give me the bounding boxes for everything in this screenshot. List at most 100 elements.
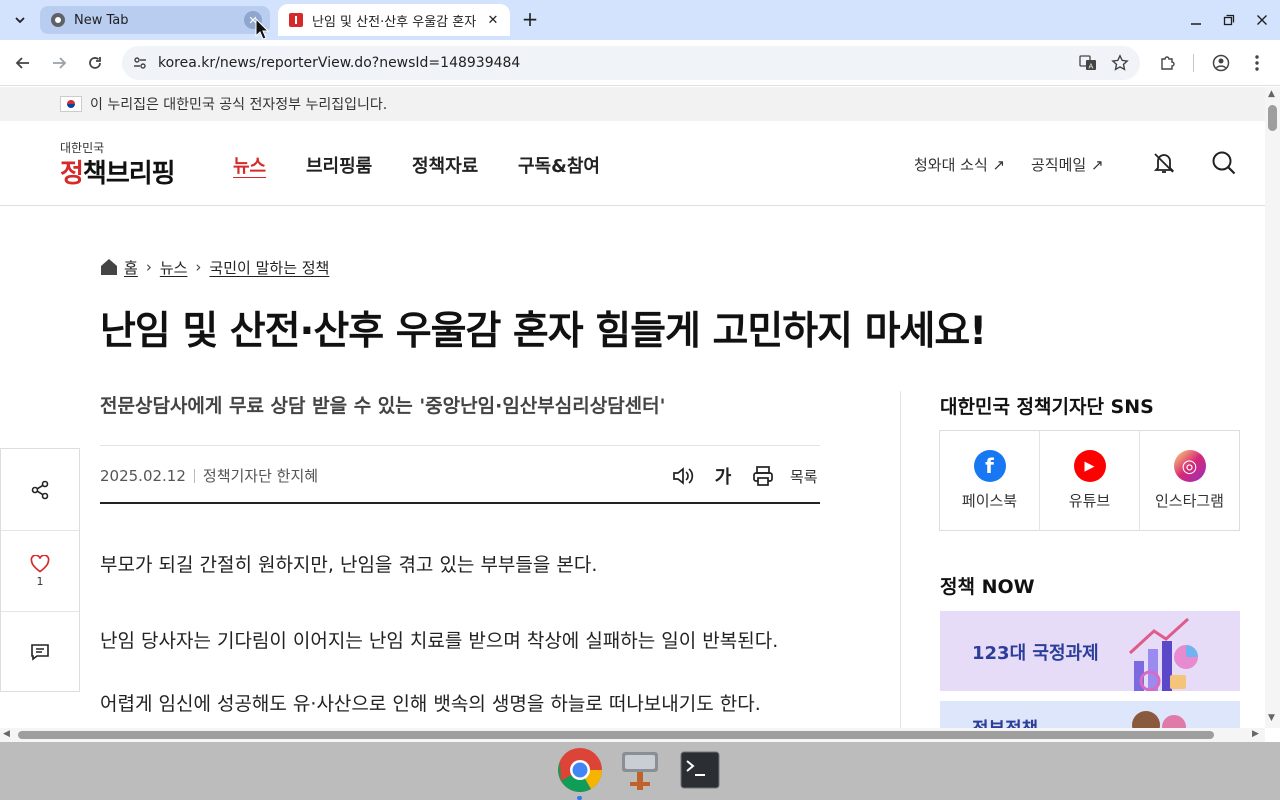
tab-close-button[interactable]: ✕ bbox=[484, 11, 502, 29]
extensions-button[interactable] bbox=[1156, 51, 1180, 75]
article-paragraph: 부모가 되길 간절히 원하지만, 난임을 겪고 있는 부부들을 본다. bbox=[100, 554, 598, 576]
menu-button[interactable] bbox=[1245, 51, 1269, 75]
chevron-down-icon bbox=[15, 17, 25, 24]
reload-icon bbox=[89, 57, 101, 69]
app-tool-icon bbox=[622, 752, 658, 790]
tab-article[interactable]: 난임 및 산전·산후 우울감 혼자 ✕ bbox=[278, 4, 510, 36]
scroll-right-arrow-icon[interactable]: ▶ bbox=[1252, 729, 1259, 739]
taskbar-terminal[interactable] bbox=[676, 746, 724, 794]
article-author: 정책기자단 한지혜 bbox=[202, 467, 319, 485]
korea-flag-icon bbox=[60, 96, 82, 112]
back-button[interactable] bbox=[11, 51, 35, 75]
nav-briefing-room[interactable]: 브리핑룸 bbox=[306, 152, 372, 178]
site-info-icon[interactable] bbox=[130, 55, 150, 71]
taskbar-chrome[interactable] bbox=[556, 746, 604, 794]
sns-facebook-link[interactable]: f 페이스북 bbox=[940, 431, 1039, 530]
sns-label: 페이스북 bbox=[961, 492, 1018, 510]
text-to-speech-button[interactable] bbox=[670, 462, 696, 490]
address-bar[interactable]: korea.kr/news/reporterView.do?newsId=148… bbox=[122, 46, 1140, 80]
minimize-button[interactable] bbox=[1186, 10, 1206, 30]
horizontal-scroll-thumb[interactable] bbox=[18, 731, 1214, 739]
tab-search-button[interactable] bbox=[6, 8, 34, 32]
article-subtitle: 전문상담사에게 무료 상담 받을 수 있는 '중앙난임·임산부심리상담센터' bbox=[100, 395, 666, 417]
translate-icon[interactable]: A bbox=[1076, 51, 1100, 75]
youtube-icon: ▶ bbox=[1073, 450, 1106, 482]
policy-banner-second[interactable]: 정부정책 bbox=[940, 701, 1240, 728]
taskbar-editor-app[interactable] bbox=[616, 746, 664, 794]
new-tab-button[interactable]: + bbox=[518, 9, 542, 31]
comment-button[interactable] bbox=[1, 611, 79, 692]
official-mail-link[interactable]: 공직메일 ↗ bbox=[1031, 154, 1104, 175]
browser-tabstrip: New Tab ✕ 난임 및 산전·산후 우울감 혼자 ✕ + bbox=[0, 0, 1280, 40]
chrome-favicon-icon bbox=[51, 13, 65, 27]
like-button[interactable]: 1 bbox=[1, 530, 79, 611]
banner-text: 123대 국정과제 bbox=[972, 643, 1099, 664]
terminal-icon bbox=[680, 751, 720, 789]
horizontal-scrollbar[interactable]: ◀ ▶ bbox=[0, 728, 1265, 742]
breadcrumb: 홈 › 뉴스 › 국민이 말하는 정책 bbox=[100, 255, 329, 279]
scroll-up-arrow-icon[interactable]: ▲ bbox=[1268, 89, 1275, 99]
meta-divider bbox=[100, 502, 820, 504]
nav-policy-data[interactable]: 정책자료 bbox=[412, 152, 478, 178]
chevron-right-icon: › bbox=[145, 258, 152, 276]
mouse-cursor-icon bbox=[255, 18, 269, 40]
bell-off-icon bbox=[1153, 153, 1175, 173]
forward-button[interactable] bbox=[47, 51, 71, 75]
sns-youtube-link[interactable]: ▶ 유튜브 bbox=[1039, 431, 1139, 530]
search-icon bbox=[1212, 151, 1236, 175]
list-button[interactable]: 목록 bbox=[790, 466, 818, 487]
active-app-indicator bbox=[577, 796, 582, 800]
font-size-button[interactable]: 가 bbox=[710, 462, 736, 490]
cheongwadae-news-link[interactable]: 청와대 소식 ↗ bbox=[914, 154, 1005, 175]
nav-subscribe[interactable]: 구독&참여 bbox=[518, 152, 600, 178]
print-button[interactable] bbox=[750, 462, 776, 490]
sns-instagram-link[interactable]: ◎ 인스타그램 bbox=[1139, 431, 1239, 530]
site-favicon-icon bbox=[289, 13, 303, 27]
person-illustration-icon bbox=[1132, 711, 1186, 728]
nav-news[interactable]: 뉴스 bbox=[233, 152, 266, 178]
close-window-button[interactable] bbox=[1252, 10, 1272, 30]
url-text[interactable]: korea.kr/news/reporterView.do?newsId=148… bbox=[158, 55, 1076, 71]
sns-label: 유튜브 bbox=[1068, 492, 1111, 510]
banner-text: 정부정책 bbox=[972, 715, 1038, 728]
breadcrumb-news[interactable]: 뉴스 bbox=[160, 257, 188, 278]
like-count: 1 bbox=[36, 574, 44, 588]
share-icon bbox=[31, 480, 49, 499]
scroll-left-arrow-icon[interactable]: ◀ bbox=[3, 729, 10, 739]
sns-section-title: 대한민국 정책기자단 SNS bbox=[940, 396, 1154, 418]
profile-button[interactable] bbox=[1209, 51, 1233, 75]
tab-new-tab[interactable]: New Tab ✕ bbox=[40, 6, 270, 34]
home-icon bbox=[101, 259, 117, 275]
gov-official-banner: 이 누리집은 대한민국 공식 전자정부 누리집입니다. bbox=[0, 87, 1265, 121]
reload-button[interactable] bbox=[83, 51, 107, 75]
share-button[interactable] bbox=[1, 449, 79, 530]
restore-icon bbox=[1223, 14, 1235, 26]
tab-title: 난임 및 산전·산후 우울감 혼자 bbox=[312, 14, 477, 30]
notification-button[interactable] bbox=[1149, 148, 1179, 178]
facebook-icon: f bbox=[973, 450, 1006, 482]
chevron-right-icon: › bbox=[195, 258, 202, 276]
vertical-scroll-thumb[interactable] bbox=[1268, 105, 1277, 131]
more-vertical-icon bbox=[1255, 55, 1259, 71]
scroll-down-arrow-icon[interactable]: ▼ bbox=[1268, 713, 1275, 723]
search-button[interactable] bbox=[1209, 148, 1239, 178]
minimize-icon bbox=[1191, 23, 1201, 25]
policy-banner-tasks[interactable]: 123대 국정과제 bbox=[940, 611, 1240, 691]
vertical-scrollbar[interactable]: ▲ ▼ bbox=[1265, 87, 1280, 728]
arrow-right-icon bbox=[53, 57, 67, 69]
instagram-icon: ◎ bbox=[1173, 450, 1206, 482]
policy-now-title: 정책 NOW bbox=[940, 576, 1035, 598]
speaker-icon bbox=[673, 467, 694, 485]
sidebar-divider bbox=[900, 391, 901, 728]
breadcrumb-home[interactable]: 홈 bbox=[124, 257, 138, 278]
article-meta: 2025.02.12 정책기자단 한지혜 bbox=[100, 465, 318, 486]
breadcrumb-citizen-policy[interactable]: 국민이 말하는 정책 bbox=[209, 257, 329, 278]
bookmark-star-icon[interactable] bbox=[1108, 51, 1132, 75]
logo-text: 책브리핑 bbox=[82, 159, 176, 189]
close-icon bbox=[1257, 15, 1267, 25]
floating-action-rail: 1 bbox=[0, 448, 80, 692]
site-logo[interactable]: 정책브리핑 bbox=[60, 153, 176, 190]
article-title: 난임 및 산전·산후 우울감 혼자 힘들게 고민하지 마세요! bbox=[100, 309, 987, 354]
sns-links: f 페이스북 ▶ 유튜브 ◎ 인스타그램 bbox=[939, 430, 1240, 531]
restore-button[interactable] bbox=[1219, 10, 1239, 30]
